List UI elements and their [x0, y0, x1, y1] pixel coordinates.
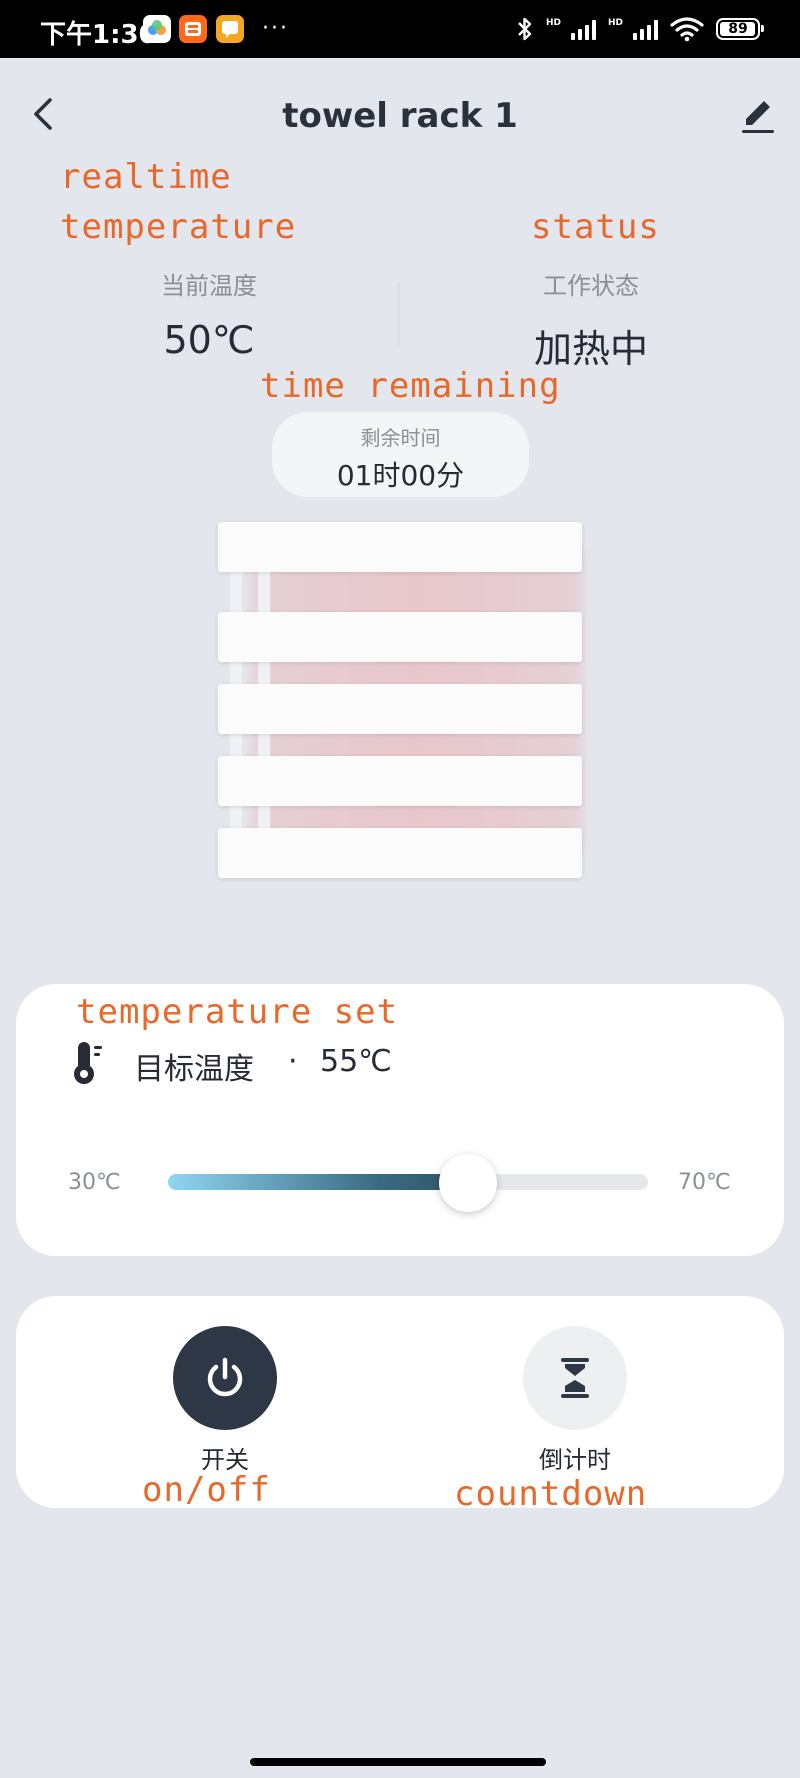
status-value: 加热中 — [533, 327, 648, 371]
annotation-temperature: temperature — [60, 207, 297, 247]
taobao-icon — [179, 15, 207, 43]
target-temp-separator: · — [288, 1044, 298, 1079]
page-title: towel rack 1 — [282, 96, 518, 136]
network-type-label: HD — [607, 18, 623, 28]
target-temp-value: 55℃ — [320, 1044, 392, 1079]
annotation-time-remaining: time remaining — [260, 366, 561, 406]
annotation-on-off: on/off — [142, 1470, 271, 1510]
status-time: 下午1:30 — [40, 20, 157, 50]
status-icons: HD HD 89 — [516, 12, 764, 46]
rack-bar — [218, 684, 582, 734]
slider-min-label: 30℃ — [68, 1170, 121, 1195]
more-notifications: ··· — [262, 16, 289, 41]
countdown-button[interactable] — [523, 1326, 627, 1430]
slider-max-label: 70℃ — [678, 1170, 731, 1195]
power-icon — [207, 1357, 243, 1397]
remaining-time-label: 剩余时间 — [360, 426, 441, 450]
battery-level: 89 — [728, 21, 748, 37]
slider-fill — [168, 1174, 468, 1190]
home-indicator[interactable] — [250, 1758, 546, 1766]
rack-bar — [218, 612, 582, 662]
rack-bar — [218, 828, 582, 878]
current-temp-value: 50℃ — [163, 318, 255, 362]
power-button[interactable] — [173, 1326, 277, 1430]
message-app-icon — [216, 15, 244, 43]
towel-rack-illustration — [216, 520, 584, 880]
battery-icon: 89 — [716, 18, 764, 40]
hourglass-icon — [561, 1358, 589, 1398]
signal-icon — [570, 18, 596, 40]
current-temp-label: 当前温度 — [161, 272, 257, 300]
slider-thumb[interactable] — [439, 1154, 497, 1212]
annotation-countdown: countdown — [454, 1474, 648, 1514]
thermometer-icon — [70, 1040, 110, 1086]
wifi-icon — [670, 17, 704, 42]
status-bar: 下午1:30 ··· HD HD 89 — [0, 0, 800, 58]
bluetooth-icon — [518, 17, 532, 41]
pencil-icon — [742, 101, 774, 133]
remaining-time-value: 01时00分 — [336, 459, 465, 492]
signal-icon — [633, 18, 658, 40]
countdown-button-label: 倒计时 — [539, 1446, 611, 1474]
cloud-app-icon — [143, 15, 171, 43]
annotation-status: status — [531, 207, 660, 247]
remaining-time-pill: 剩余时间 01时00分 — [272, 412, 529, 497]
target-temp-label: 目标温度 — [134, 1052, 254, 1087]
edit-button[interactable] — [738, 95, 778, 135]
annotation-realtime: realtime — [60, 157, 232, 197]
rack-bar — [218, 756, 582, 806]
stats-divider — [398, 282, 399, 346]
rack-bar — [218, 522, 582, 572]
annotation-temperature-set: temperature set — [76, 992, 399, 1032]
status-label: 工作状态 — [543, 272, 639, 300]
controls-card: 开关 on/off 倒计时 countdown — [16, 1296, 784, 1514]
network-type-label: HD — [545, 18, 561, 28]
temperature-setting-card: temperature set 目标温度 · 55℃ 30℃ 70℃ — [16, 984, 784, 1256]
temperature-slider[interactable] — [168, 1174, 648, 1190]
